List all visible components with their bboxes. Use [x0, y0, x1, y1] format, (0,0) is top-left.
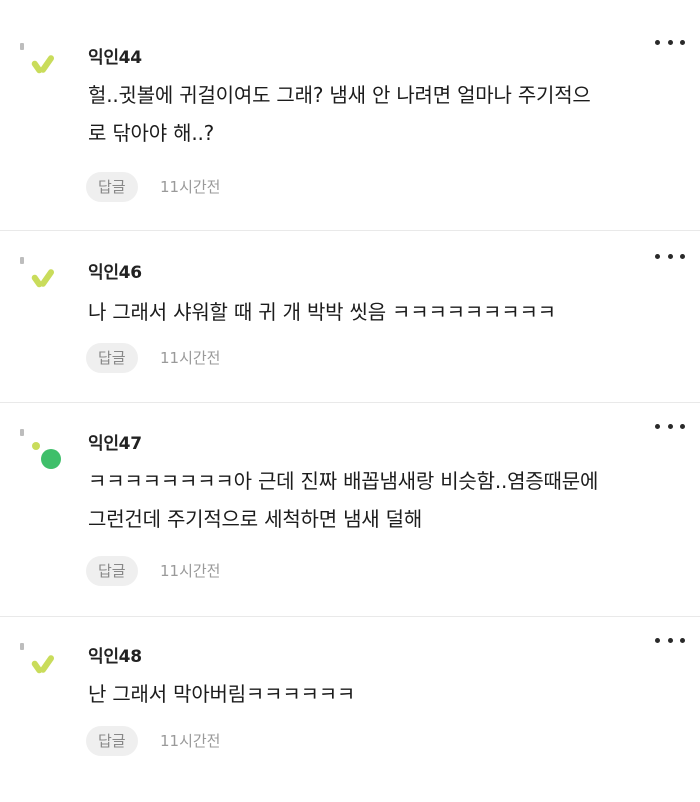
comment-text-line: 그런건데 주기적으로 세척하면 냄새 덜해: [88, 507, 423, 531]
more-options-button[interactable]: [655, 250, 685, 262]
leaf-sprout-icon: [18, 38, 66, 86]
comment-text: 난 그래서 막아버림ㅋㅋㅋㅋㅋㅋ: [88, 675, 688, 713]
divider: [0, 230, 700, 231]
comment-text-line: 난 그래서 막아버림ㅋㅋㅋㅋㅋㅋ: [88, 682, 356, 706]
comment-text: 나 그래서 샤워할 때 귀 개 박박 씻음 ㅋㅋㅋㅋㅋㅋㅋㅋㅋ: [88, 293, 688, 331]
reply-button[interactable]: 답글: [86, 343, 138, 373]
nickname: 익인47: [88, 434, 142, 454]
timestamp: 11시간전: [160, 562, 221, 580]
timestamp: 11시간전: [160, 732, 221, 750]
divider: [0, 402, 700, 403]
timestamp: 11시간전: [160, 349, 221, 367]
more-options-button[interactable]: [655, 634, 685, 646]
comment-text-line: 헐..귓볼에 귀걸이여도 그래? 냄새 안 나려면 얼마나 주기적으: [88, 83, 591, 107]
reply-button[interactable]: 답글: [86, 172, 138, 202]
reply-button[interactable]: 답글: [86, 726, 138, 756]
more-options-button[interactable]: [655, 420, 685, 432]
more-options-button[interactable]: [655, 36, 685, 48]
nickname: 익인48: [88, 647, 142, 667]
leaf-sprout-icon: [18, 638, 66, 686]
green-dots-icon: [18, 424, 66, 472]
timestamp: 11시간전: [160, 178, 221, 196]
comment-text-line: 나 그래서 샤워할 때 귀 개 박박 씻음 ㅋㅋㅋㅋㅋㅋㅋㅋㅋ: [88, 300, 556, 324]
divider: [0, 616, 700, 617]
nickname: 익인46: [88, 263, 142, 283]
comment-text-line: 로 닦아야 해..?: [88, 121, 215, 145]
reply-button[interactable]: 답글: [86, 556, 138, 586]
nickname: 익인44: [88, 48, 142, 68]
comment-text-line: ㅋㅋㅋㅋㅋㅋㅋㅋ아 근데 진짜 배꼽냄새랑 비슷함..염증때문에: [88, 469, 599, 493]
leaf-sprout-icon: [18, 252, 66, 300]
comment-text: ㅋㅋㅋㅋㅋㅋㅋㅋ아 근데 진짜 배꼽냄새랑 비슷함..염증때문에 그런건데 주기…: [88, 462, 688, 538]
comment-text: 헐..귓볼에 귀걸이여도 그래? 냄새 안 나려면 얼마나 주기적으 로 닦아야…: [88, 76, 688, 152]
